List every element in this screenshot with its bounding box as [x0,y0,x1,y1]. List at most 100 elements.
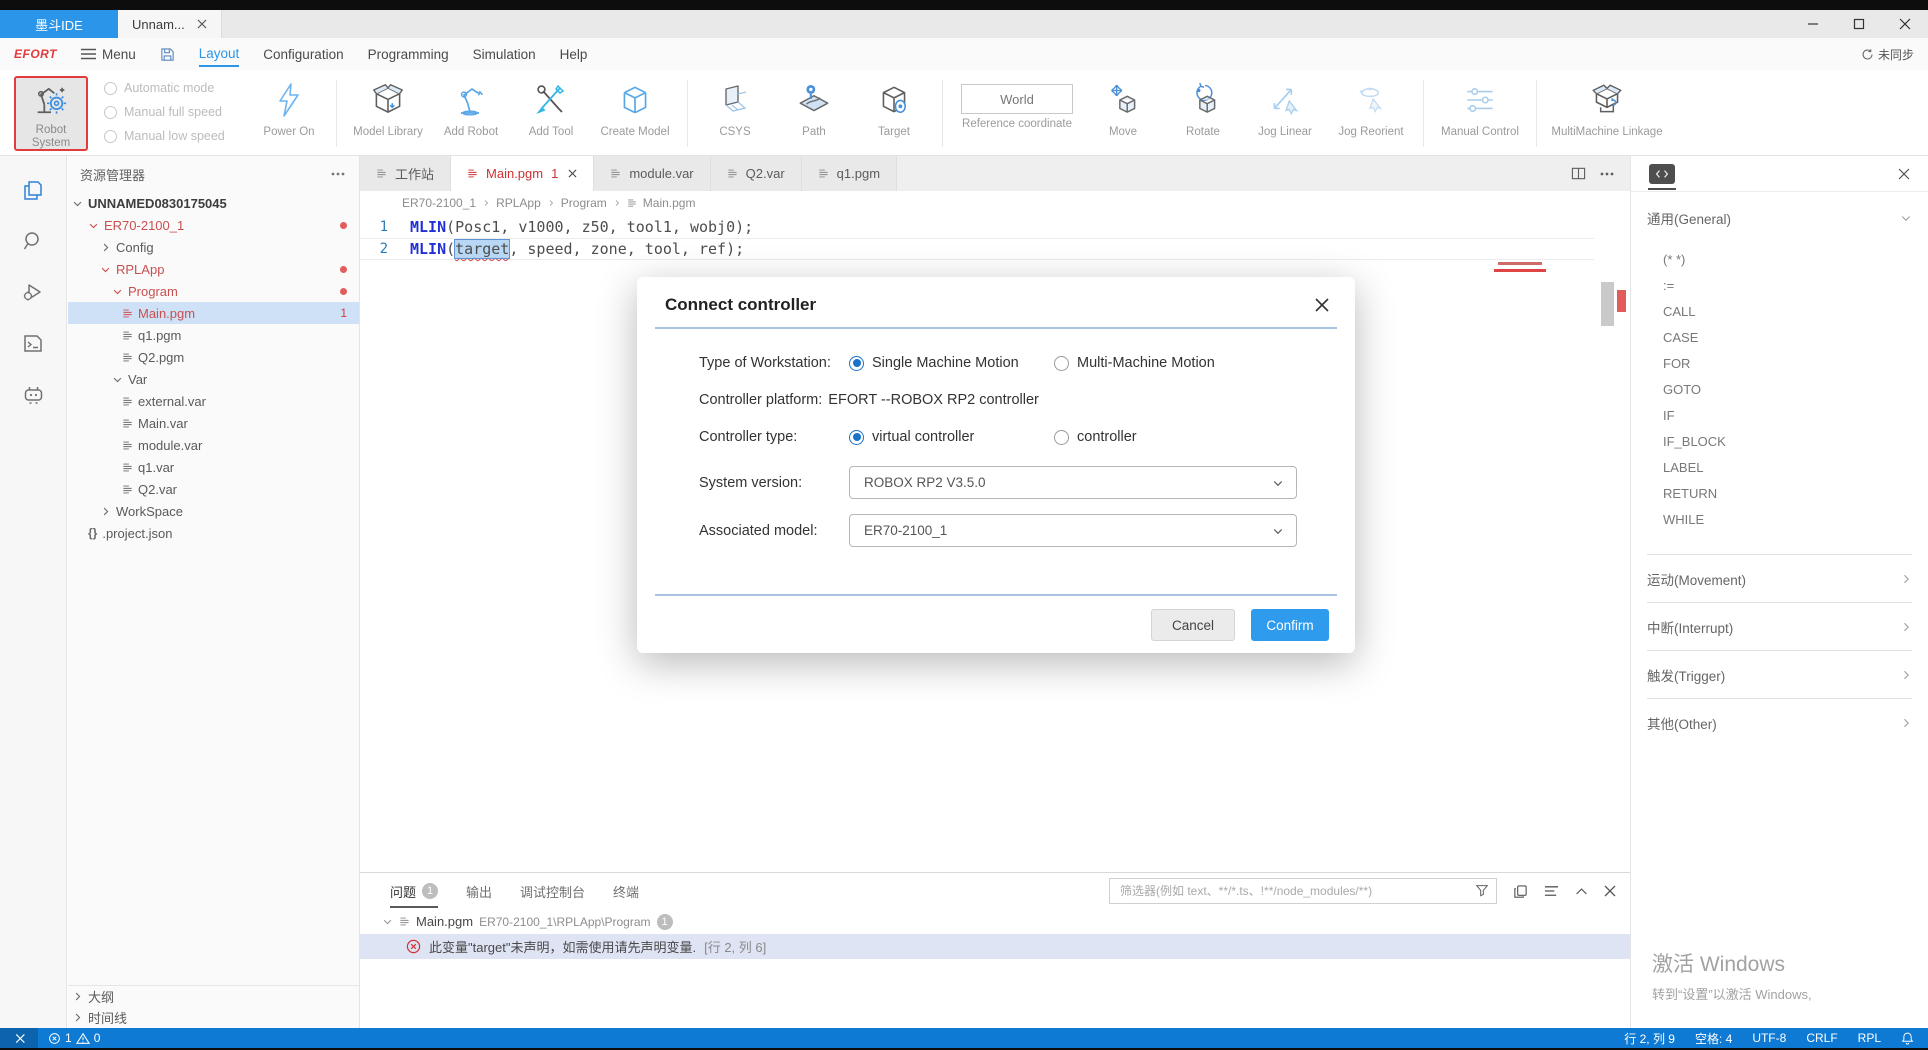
tab-problems[interactable]: 问题 1 [390,873,438,910]
editor-tab-q2-var[interactable]: Q2.var [711,156,802,191]
associated-model-select[interactable]: ER70-2100_1 [849,514,1297,547]
minimize-icon[interactable] [1790,10,1836,38]
move-button[interactable]: Move [1083,76,1163,151]
jog-reorient-button[interactable]: Jog Reorient [1327,76,1415,151]
create-model-button[interactable]: Create Model [591,76,679,151]
add-tool-button[interactable]: Add Tool [511,76,591,151]
sync-status[interactable]: 未同步 [1861,46,1914,63]
tree-item-var[interactable]: Var [68,368,359,390]
command-comment[interactable]: (* *) [1647,246,1912,272]
save-icon[interactable] [160,47,175,62]
window-close-icon[interactable] [1882,10,1928,38]
search-icon[interactable] [21,229,45,253]
filter-input[interactable] [1109,878,1497,904]
remote-indicator[interactable] [0,1028,38,1048]
power-on-button[interactable]: Power On [250,76,328,151]
code-snippets-tab-icon[interactable] [1649,164,1675,184]
mode-manual-full[interactable]: Manual full speed [104,105,244,119]
mode-manual-low[interactable]: Manual low speed [104,129,244,143]
terminal-panel-icon[interactable] [21,331,45,355]
tree-item-q1-var[interactable]: q1.var [68,456,359,478]
cancel-button[interactable]: Cancel [1151,609,1235,641]
chevron-up-icon[interactable] [1575,887,1588,896]
tree-item-q2-var[interactable]: Q2.var [68,478,359,500]
editor-scrollbar[interactable] [1601,282,1614,326]
breadcrumb-item[interactable]: ER70-2100_1 [402,196,476,210]
command-label[interactable]: LABEL [1647,454,1912,480]
close-panel-icon[interactable] [1898,168,1910,180]
more-actions-icon[interactable] [331,172,345,176]
editor-tab-workstation[interactable]: 工作站 [360,156,451,191]
multimachine-linkage-button[interactable]: MultiMachine Linkage [1545,76,1669,151]
tree-item-q2-pgm[interactable]: Q2.pgm [68,346,359,368]
app-tab[interactable]: 墨斗IDE [0,10,118,38]
path-button[interactable]: Path [774,76,854,151]
tree-item-robot[interactable]: ER70-2100_1 [68,214,359,236]
view-as-list-icon[interactable] [1544,885,1559,897]
command-if[interactable]: IF [1647,402,1912,428]
command-for[interactable]: FOR [1647,350,1912,376]
language-mode[interactable]: RPL [1858,1031,1881,1045]
menu-item-simulation[interactable]: Simulation [473,43,536,66]
add-robot-button[interactable]: Add Robot [431,76,511,151]
copy-icon[interactable] [1513,884,1528,899]
mode-automatic[interactable]: Automatic mode [104,81,244,95]
tree-item-rplapp[interactable]: RPLApp [68,258,359,280]
tree-item-module-var[interactable]: module.var [68,434,359,456]
problems-summary[interactable]: 1 0 [38,1031,110,1045]
target-button[interactable]: Target [854,76,934,151]
confirm-button[interactable]: Confirm [1251,609,1329,641]
dialog-close-icon[interactable] [1315,298,1329,312]
robot-assistant-icon[interactable] [21,382,46,406]
manual-control-button[interactable]: Manual Control [1432,76,1528,151]
tree-item-config[interactable]: Config [68,236,359,258]
radio-virtual-controller[interactable]: virtual controller [849,429,1054,445]
outline-section[interactable]: 大纲 [68,986,359,1007]
close-icon[interactable] [568,169,577,178]
rotate-button[interactable]: Rotate [1163,76,1243,151]
command-while[interactable]: WHILE [1647,506,1912,532]
section-trigger[interactable]: 触发(Trigger) [1647,650,1912,698]
timeline-section[interactable]: 时间线 [68,1007,359,1028]
maximize-icon[interactable] [1836,10,1882,38]
close-panel-icon[interactable] [1604,885,1616,897]
section-movement[interactable]: 运动(Movement) [1647,554,1912,602]
close-icon[interactable] [197,19,207,29]
document-tab[interactable]: Unnam... [118,10,222,38]
tab-debug-console[interactable]: 调试控制台 [520,873,585,910]
tree-item-external-var[interactable]: external.var [68,390,359,412]
tree-item-workspace-root[interactable]: UNNAMED0830175045 [68,192,359,214]
breadcrumb-item[interactable]: Main.pgm [643,196,696,210]
jog-linear-button[interactable]: Jog Linear [1243,76,1327,151]
tab-terminal[interactable]: 终端 [613,873,639,910]
editor-tab-module-var[interactable]: module.var [594,156,710,191]
tab-output[interactable]: 输出 [466,873,492,910]
radio-multi-machine[interactable]: Multi-Machine Motion [1054,355,1215,371]
menu-item-layout[interactable]: Layout [199,42,240,67]
tree-item-workspace[interactable]: WorkSpace [68,500,359,522]
command-case[interactable]: CASE [1647,324,1912,350]
system-version-select[interactable]: ROBOX RP2 V3.5.0 [849,466,1297,499]
radio-controller[interactable]: controller [1054,429,1137,445]
split-editor-icon[interactable] [1571,166,1586,181]
editor-tab-main-pgm[interactable]: Main.pgm 1 [451,156,594,191]
cursor-position[interactable]: 行 2, 列 9 [1624,1030,1675,1047]
menu-button[interactable]: Menu [81,47,136,62]
menu-item-configuration[interactable]: Configuration [263,43,343,66]
section-other[interactable]: 其他(Other) [1647,698,1912,746]
command-call[interactable]: CALL [1647,298,1912,324]
reference-coordinate-select[interactable]: World [961,84,1073,114]
run-debug-icon[interactable] [21,280,45,304]
robot-system-button[interactable]: Robot System [14,76,88,151]
csys-button[interactable]: CSYS [696,76,774,151]
more-actions-icon[interactable] [1600,172,1614,176]
command-goto[interactable]: GOTO [1647,376,1912,402]
problems-file-row[interactable]: Main.pgm ER70-2100_1\RPLApp\Program 1 [360,909,1630,934]
tree-item-main-pgm[interactable]: Main.pgm 1 [68,302,359,324]
section-interrupt[interactable]: 中断(Interrupt) [1647,602,1912,650]
editor-tab-q1-pgm[interactable]: q1.pgm [802,156,897,191]
tree-item-q1-pgm[interactable]: q1.pgm [68,324,359,346]
radio-single-machine[interactable]: Single Machine Motion [849,355,1054,371]
model-library-button[interactable]: Model Library [345,76,431,151]
breadcrumb-item[interactable]: RPLApp [496,196,541,210]
